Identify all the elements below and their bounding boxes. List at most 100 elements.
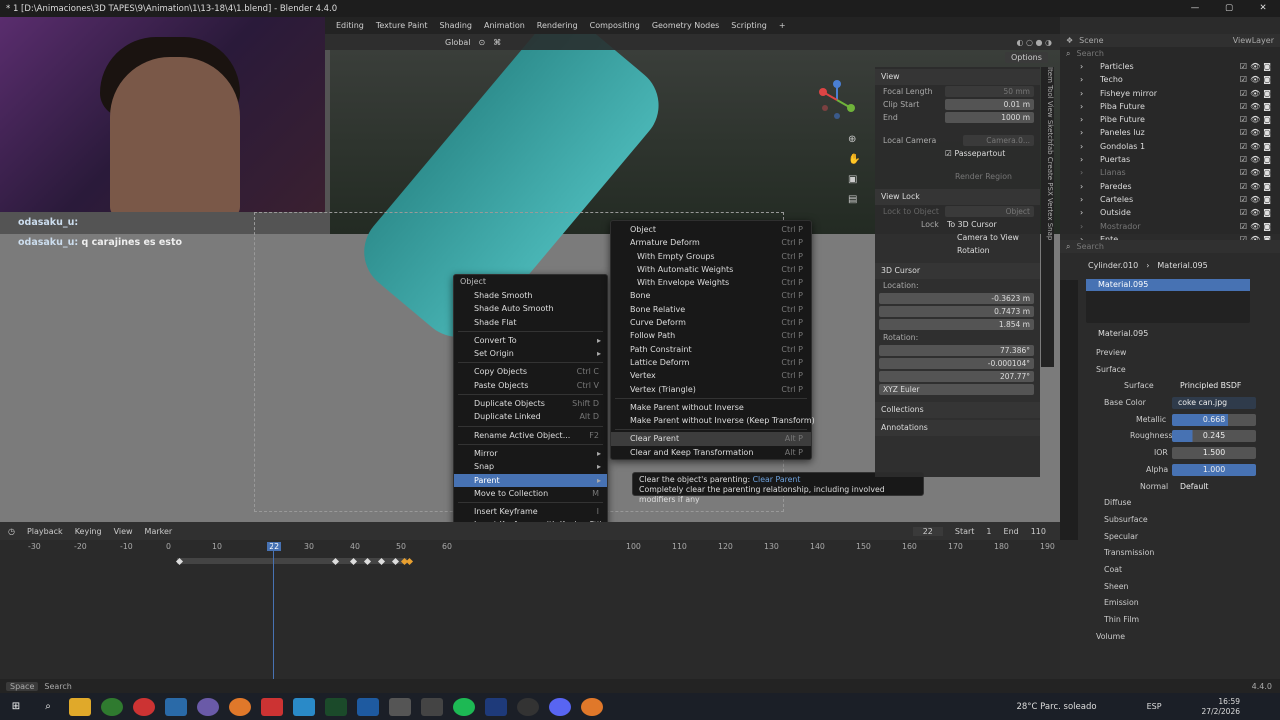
language-label[interactable]: ESP [1147, 702, 1162, 711]
spotify-icon[interactable] [453, 697, 475, 716]
panel-thin-film[interactable]: Thin Film [1060, 612, 1280, 629]
end-frame-field[interactable]: 110 [1031, 527, 1046, 536]
menu-item-mirror[interactable]: Mirror ▸ [454, 447, 607, 460]
visibility-icons[interactable]: ☑👁◙ [1240, 193, 1274, 206]
expand-icon[interactable]: › [1080, 180, 1083, 193]
cursor-z-field[interactable]: 1.854 m [879, 319, 1034, 330]
playback-menu[interactable]: Playback [27, 527, 63, 536]
tab-texture-paint[interactable]: Texture Paint [370, 21, 434, 30]
base-color-texture[interactable]: coke can.jpg [1172, 397, 1256, 410]
sidebar-tabs[interactable]: Item Tool View Sketchfab Create PSX Vert… [1041, 67, 1054, 367]
cursor-y-field[interactable]: 0.7473 m [879, 306, 1034, 317]
menu-item-with-envelope-weights[interactable]: With Envelope Weights Ctrl P [611, 276, 811, 289]
app-icon[interactable] [421, 697, 443, 716]
menu-item-convert-to[interactable]: Convert To ▸ [454, 334, 607, 347]
visibility-icons[interactable]: ☑👁◙ [1240, 126, 1274, 139]
visibility-icons[interactable]: ☑👁◙ [1240, 73, 1274, 86]
discord-icon[interactable] [389, 697, 411, 716]
menu-item-shade-smooth[interactable]: Shade Smooth [454, 289, 607, 302]
outliner-row[interactable]: › Outside ☑👁◙ [1060, 206, 1280, 219]
frame-ruler[interactable]: -30 -20 -10 0 10 22 30 40 50 60 100 110 120 130 140 150… [0, 542, 1060, 554]
material-selector[interactable]: Material.095 [1086, 327, 1280, 341]
expand-icon[interactable]: › [1080, 126, 1083, 139]
menu-item-with-automatic-weights[interactable]: With Automatic Weights Ctrl P [611, 263, 811, 276]
snap-icon[interactable]: ⌘ [493, 38, 501, 47]
marker-menu[interactable]: Marker [145, 527, 173, 536]
menu-item-insert-keyframe[interactable]: Insert Keyframe I [454, 505, 607, 518]
collections-header[interactable]: Collections [875, 402, 1040, 418]
preview-panel[interactable]: Preview [1060, 345, 1280, 362]
tab-compositing[interactable]: Compositing [584, 21, 646, 30]
outliner-row[interactable]: › Paneles luz ☑👁◙ [1060, 126, 1280, 139]
viewport-nav-tools[interactable]: ⊕ ✋ ▣ ▤ [848, 130, 862, 210]
outliner-row[interactable]: › Techo ☑👁◙ [1060, 73, 1280, 86]
menu-item-snap[interactable]: Snap ▸ [454, 460, 607, 473]
expand-icon[interactable]: › [1080, 87, 1083, 100]
windows-start-icon[interactable]: ⊞ [5, 698, 27, 716]
expand-icon[interactable]: › [1080, 73, 1083, 86]
visibility-icons[interactable]: ☑👁◙ [1240, 60, 1274, 73]
menu-item-with-empty-groups[interactable]: With Empty Groups Ctrl P [611, 250, 811, 263]
outliner-row[interactable]: › Pibe Future ☑👁◙ [1060, 113, 1280, 126]
visibility-icons[interactable]: ☑👁◙ [1240, 113, 1274, 126]
rot-x-field[interactable]: 77.386° [879, 345, 1034, 356]
outliner-row[interactable]: › Particles ☑👁◙ [1060, 60, 1280, 73]
visibility-icons[interactable]: ☑👁◙ [1240, 140, 1274, 153]
clip-end-field[interactable]: 1000 m [945, 112, 1034, 123]
outliner-row[interactable]: › Fisheye mirror ☑👁◙ [1060, 87, 1280, 100]
navigation-gizmo[interactable] [815, 78, 860, 123]
shading-icons[interactable]: ◐ ○ ● ◑ [1016, 38, 1052, 47]
view-section-header[interactable]: View [875, 69, 1040, 85]
panel-diffuse[interactable]: Diffuse [1060, 495, 1280, 512]
discord-icon[interactable] [549, 697, 571, 716]
menu-item-make-parent-without-inverse-keep-transform[interactable]: Make Parent without Inverse (Keep Transf… [611, 414, 815, 427]
tab-animation[interactable]: Animation [478, 21, 531, 30]
alpha-slider[interactable]: 1.000 [1172, 463, 1256, 476]
menu-item-lattice-deform[interactable]: Lattice Deform Ctrl P [611, 356, 811, 369]
add-workspace-button[interactable]: + [773, 21, 792, 30]
menu-item-move-to-collection[interactable]: Move to Collection M [454, 487, 607, 500]
menu-item-path-constraint[interactable]: Path Constraint Ctrl P [611, 343, 811, 356]
visibility-icons[interactable]: ☑👁◙ [1240, 100, 1274, 113]
menu-item-object[interactable]: Object Ctrl P [611, 223, 811, 236]
menu-item-armature-deform[interactable]: Armature Deform Ctrl P [611, 236, 811, 249]
panel-subsurface[interactable]: Subsurface [1060, 512, 1280, 529]
passepartout-checkbox[interactable]: ☑ Passepartout [875, 147, 1040, 160]
panel-sheen[interactable]: Sheen [1060, 579, 1280, 596]
panel-emission[interactable]: Emission [1060, 595, 1280, 612]
rot-z-field[interactable]: 207.77° [879, 371, 1034, 382]
menu-item-clear-parent[interactable]: Clear Parent Alt P [611, 432, 811, 446]
menu-item-rename-active-object[interactable]: Rename Active Object... F2 [454, 429, 607, 442]
menu-item-clear-and-keep-transformation[interactable]: Clear and Keep Transformation Alt P [611, 446, 811, 459]
search-icon[interactable]: ⌕ [37, 698, 59, 716]
panel-transmission[interactable]: Transmission [1060, 545, 1280, 562]
menu-item-paste-objects[interactable]: Paste Objects Ctrl V [454, 379, 607, 392]
expand-icon[interactable]: › [1080, 100, 1083, 113]
clock[interactable]: 16:59 27/2/2026 [1202, 697, 1240, 717]
menu-item-shade-flat[interactable]: Shade Flat [454, 316, 607, 329]
render-region-checkbox[interactable]: Render Region [875, 170, 1040, 183]
expand-icon[interactable]: › [1080, 140, 1083, 153]
menu-item-set-origin[interactable]: Set Origin ▸ [454, 347, 607, 360]
expand-icon[interactable]: › [1080, 166, 1083, 179]
blender-icon[interactable] [229, 697, 251, 716]
edge-icon[interactable] [165, 697, 187, 716]
playhead[interactable] [273, 542, 274, 679]
material-slot[interactable]: Material.095 [1086, 279, 1250, 291]
outliner-row[interactable]: › Llanas ☑👁◙ [1060, 166, 1280, 179]
scene-name[interactable]: Scene [1079, 36, 1103, 45]
menu-item-vertex[interactable]: Vertex Ctrl P [611, 369, 811, 382]
viewlayer-name[interactable]: ViewLayer [1233, 36, 1274, 45]
focal-length-field[interactable]: 50 mm [945, 86, 1034, 97]
tab-scripting[interactable]: Scripting [725, 21, 773, 30]
metallic-slider[interactable]: 0.668 [1172, 413, 1256, 426]
expand-icon[interactable]: › [1080, 206, 1083, 219]
menu-item-vertex-triangle[interactable]: Vertex (Triangle) Ctrl P [611, 383, 811, 396]
tab-rendering[interactable]: Rendering [531, 21, 584, 30]
menu-item-curve-deform[interactable]: Curve Deform Ctrl P [611, 316, 811, 329]
annotations-header[interactable]: Annotations [875, 420, 1040, 436]
visibility-icons[interactable]: ☑👁◙ [1240, 180, 1274, 193]
keying-menu[interactable]: Keying [75, 527, 102, 536]
file-explorer-icon[interactable] [69, 697, 91, 716]
expand-icon[interactable]: › [1080, 60, 1083, 73]
